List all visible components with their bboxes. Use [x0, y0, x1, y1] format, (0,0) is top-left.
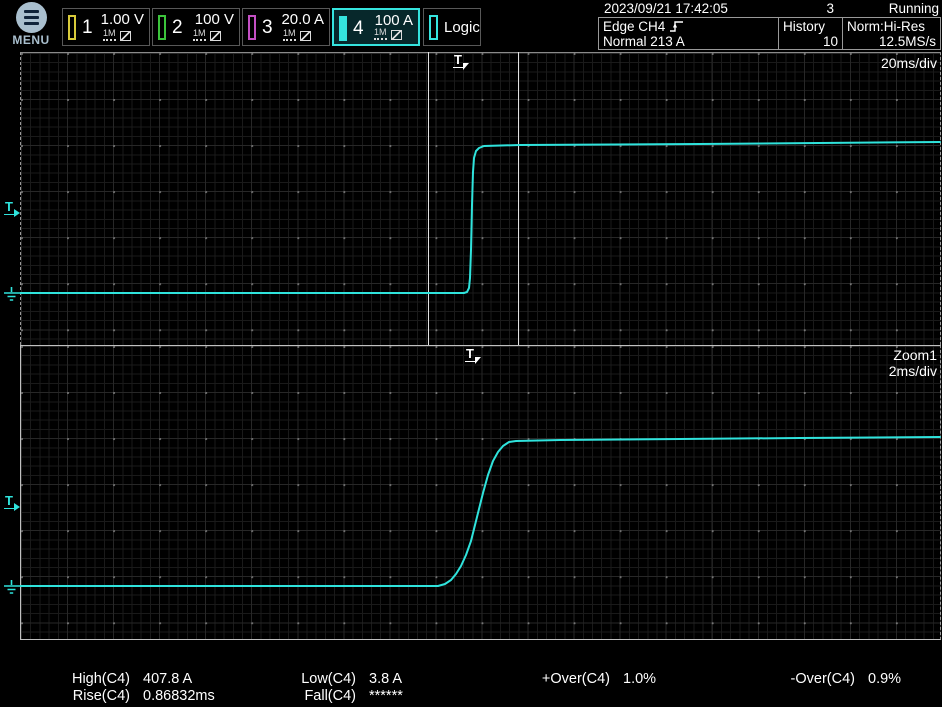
run-state: Running: [889, 1, 939, 16]
channel-row: 1 1.00 V 1M 2 100 V 1M 3 20.0 A: [62, 8, 481, 46]
channel-1-color-indicator: [68, 15, 76, 40]
channel-number: 1: [82, 18, 93, 37]
impedance-1M-icon: 1M: [374, 28, 387, 40]
channel-4-color-indicator: [339, 16, 347, 41]
channel-number: 4: [353, 19, 364, 38]
measurement-pos-overshoot: +Over(C4) 1.0%: [500, 671, 656, 687]
channel-number: 2: [172, 18, 183, 37]
trigger-level-arrow-icon: [14, 209, 20, 217]
measurement-low: Low(C4) 3.8 A: [256, 671, 402, 687]
zoom-channel4-ground-level-icon[interactable]: [3, 580, 20, 595]
trigger-source: Edge CH4: [603, 19, 665, 34]
impedance-1M-icon: 1M: [193, 29, 206, 41]
channel-1-button[interactable]: 1 1.00 V 1M: [62, 8, 150, 46]
trigger-mode-level: Normal 213 A: [603, 34, 774, 49]
measurement-fall: Fall(C4) ******: [256, 688, 403, 704]
zoom-region-right-boundary[interactable]: [518, 52, 519, 345]
trigger-level-arrow-icon: [14, 503, 20, 511]
channel-setting-icons: 1M: [193, 29, 221, 41]
logic-label: Logic: [444, 19, 480, 36]
history-label: History: [783, 19, 838, 34]
coupling-icon: [210, 31, 221, 41]
channel-3-color-indicator: [248, 15, 256, 40]
trigger-position-flag-icon: [463, 63, 469, 70]
status-row: 2023/09/21 17:42:05 3 Running: [598, 0, 942, 17]
main-waveform-area: [20, 52, 941, 345]
acquisition-info-strip: Edge CH4 Normal 213 A History 10 Norm:Hi…: [598, 17, 941, 50]
zoom-waveform-area: [20, 345, 941, 640]
sample-rate: 12.5MS/s: [847, 34, 936, 49]
oscilloscope-screen: MENU 1 1.00 V 1M 2 100 V 1M: [0, 0, 942, 707]
channel-4-button[interactable]: 4 100 A 1M: [332, 8, 420, 46]
channel-3-button[interactable]: 3 20.0 A 1M: [242, 8, 330, 46]
main-timebase-label: 20ms/div: [881, 55, 937, 71]
channel-2-button[interactable]: 2 100 V 1M: [152, 8, 240, 46]
history-box[interactable]: History 10: [779, 18, 843, 49]
channel4-ground-level-icon[interactable]: [3, 287, 20, 302]
trigger-position-marker[interactable]: T: [453, 53, 471, 71]
channel-setting-icons: 1M: [283, 29, 311, 41]
measurement-rise: Rise(C4) 0.86832ms: [30, 688, 215, 704]
channel-number: 3: [262, 18, 273, 37]
zoom-region-left-boundary[interactable]: [428, 52, 429, 345]
rising-edge-icon: [669, 20, 684, 33]
zoom-trigger-position-marker[interactable]: T: [465, 347, 483, 365]
trigger-info-box[interactable]: Edge CH4 Normal 213 A: [599, 18, 779, 49]
coupling-icon: [391, 30, 402, 40]
history-count: 10: [783, 34, 838, 49]
channel-scale-value: 100 V: [195, 11, 234, 28]
menu-button[interactable]: MENU: [8, 2, 54, 47]
channel-scale-value: 1.00 V: [101, 11, 144, 28]
trigger-level-marker[interactable]: T: [4, 200, 22, 218]
channel-2-color-indicator: [158, 15, 166, 40]
measurement-high: High(C4) 407.8 A: [30, 671, 192, 687]
acquisition-count: 3: [826, 1, 834, 16]
coupling-icon: [120, 31, 131, 41]
channel-setting-icons: 1M: [103, 29, 131, 41]
record-mode-box[interactable]: Norm:Hi-Res 12.5MS/s: [843, 18, 940, 49]
datetime: 2023/09/21 17:42:05: [604, 1, 728, 16]
impedance-1M-icon: 1M: [103, 29, 116, 41]
logic-button[interactable]: Logic: [423, 8, 481, 46]
hamburger-menu-icon: [16, 2, 47, 33]
zoom-window-title: Zoom1: [893, 347, 937, 363]
coupling-icon: [300, 31, 311, 41]
channel-scale-value: 20.0 A: [281, 11, 324, 28]
menu-label: MENU: [8, 33, 54, 47]
impedance-1M-icon: 1M: [283, 29, 296, 41]
logic-color-indicator: [429, 15, 438, 40]
measurement-neg-overshoot: -Over(C4) 0.9%: [745, 671, 901, 687]
trigger-position-flag-icon: [475, 357, 481, 364]
channel-setting-icons: 1M: [374, 28, 402, 40]
acquisition-mode: Norm:Hi-Res: [847, 19, 936, 34]
zoom-timebase-label: 2ms/div: [889, 363, 937, 379]
zoom-trigger-level-marker[interactable]: T: [4, 494, 22, 512]
top-bar: MENU 1 1.00 V 1M 2 100 V 1M: [0, 0, 942, 50]
